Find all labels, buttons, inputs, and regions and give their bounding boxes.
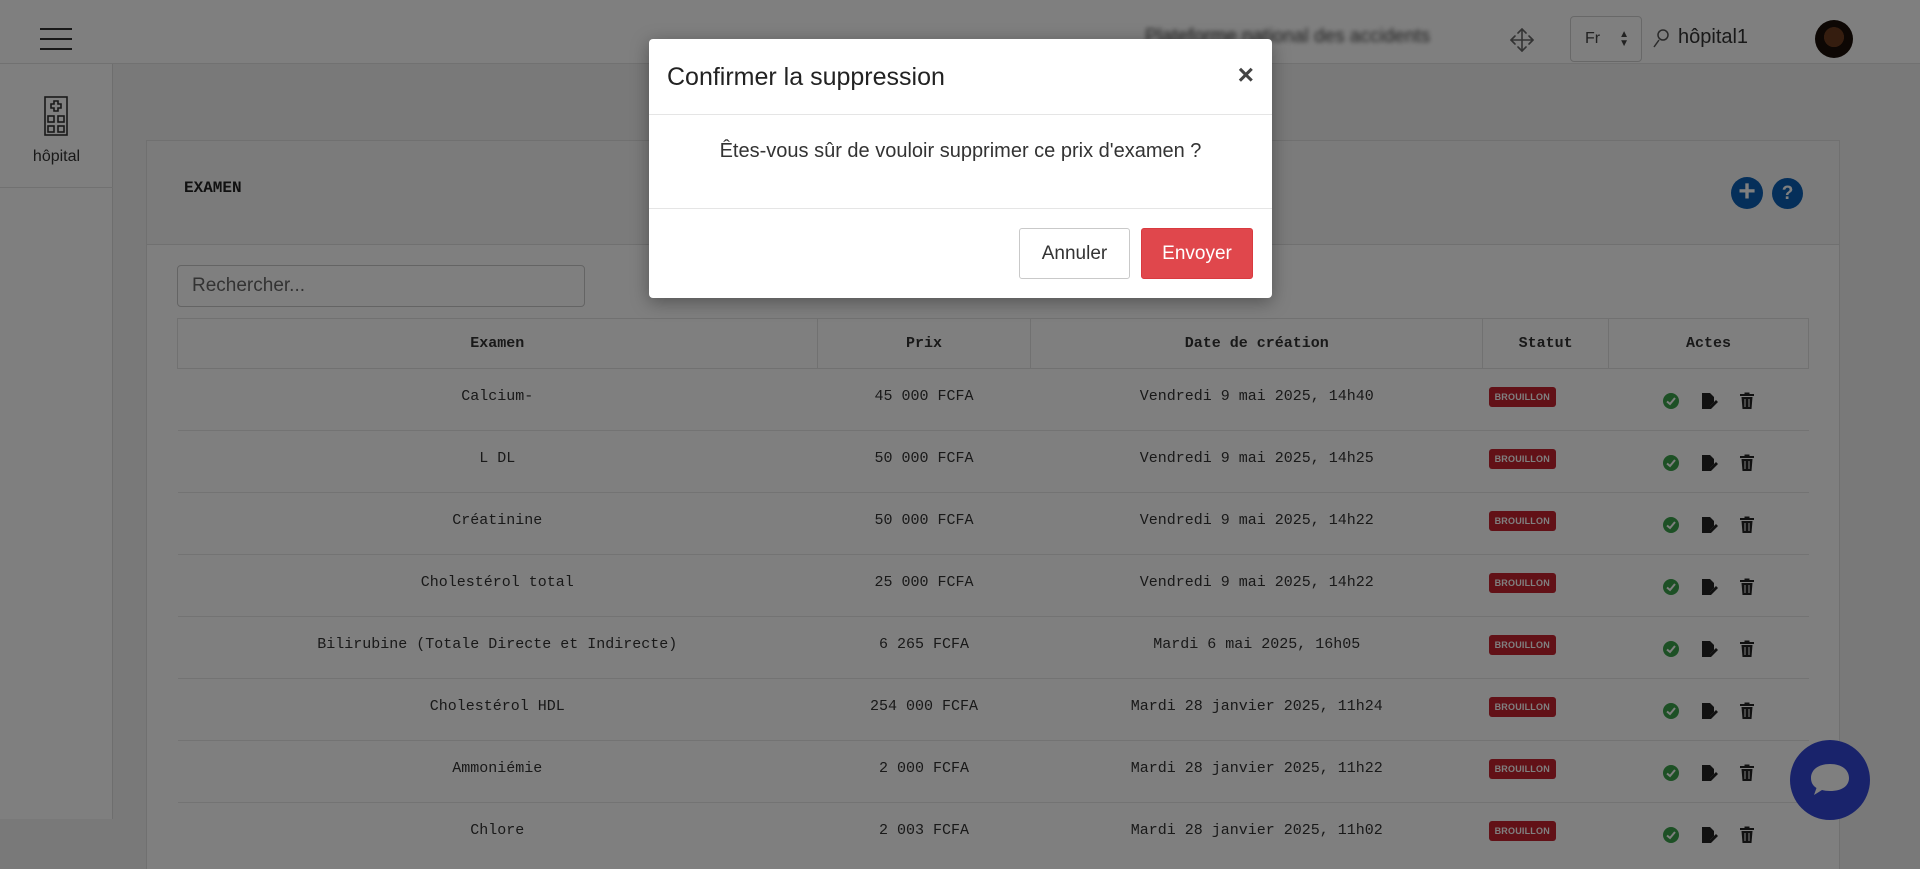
modal-header: Confirmer la suppression × <box>649 39 1272 115</box>
confirm-button[interactable]: Envoyer <box>1141 228 1253 279</box>
close-icon[interactable]: × <box>1238 61 1254 89</box>
modal-message: Êtes-vous sûr de vouloir supprimer ce pr… <box>649 115 1272 209</box>
cancel-button[interactable]: Annuler <box>1019 228 1130 279</box>
confirm-delete-modal: Confirmer la suppression × Êtes-vous sûr… <box>649 39 1272 298</box>
modal-footer: Annuler Envoyer <box>649 209 1272 298</box>
modal-title: Confirmer la suppression <box>667 63 945 91</box>
